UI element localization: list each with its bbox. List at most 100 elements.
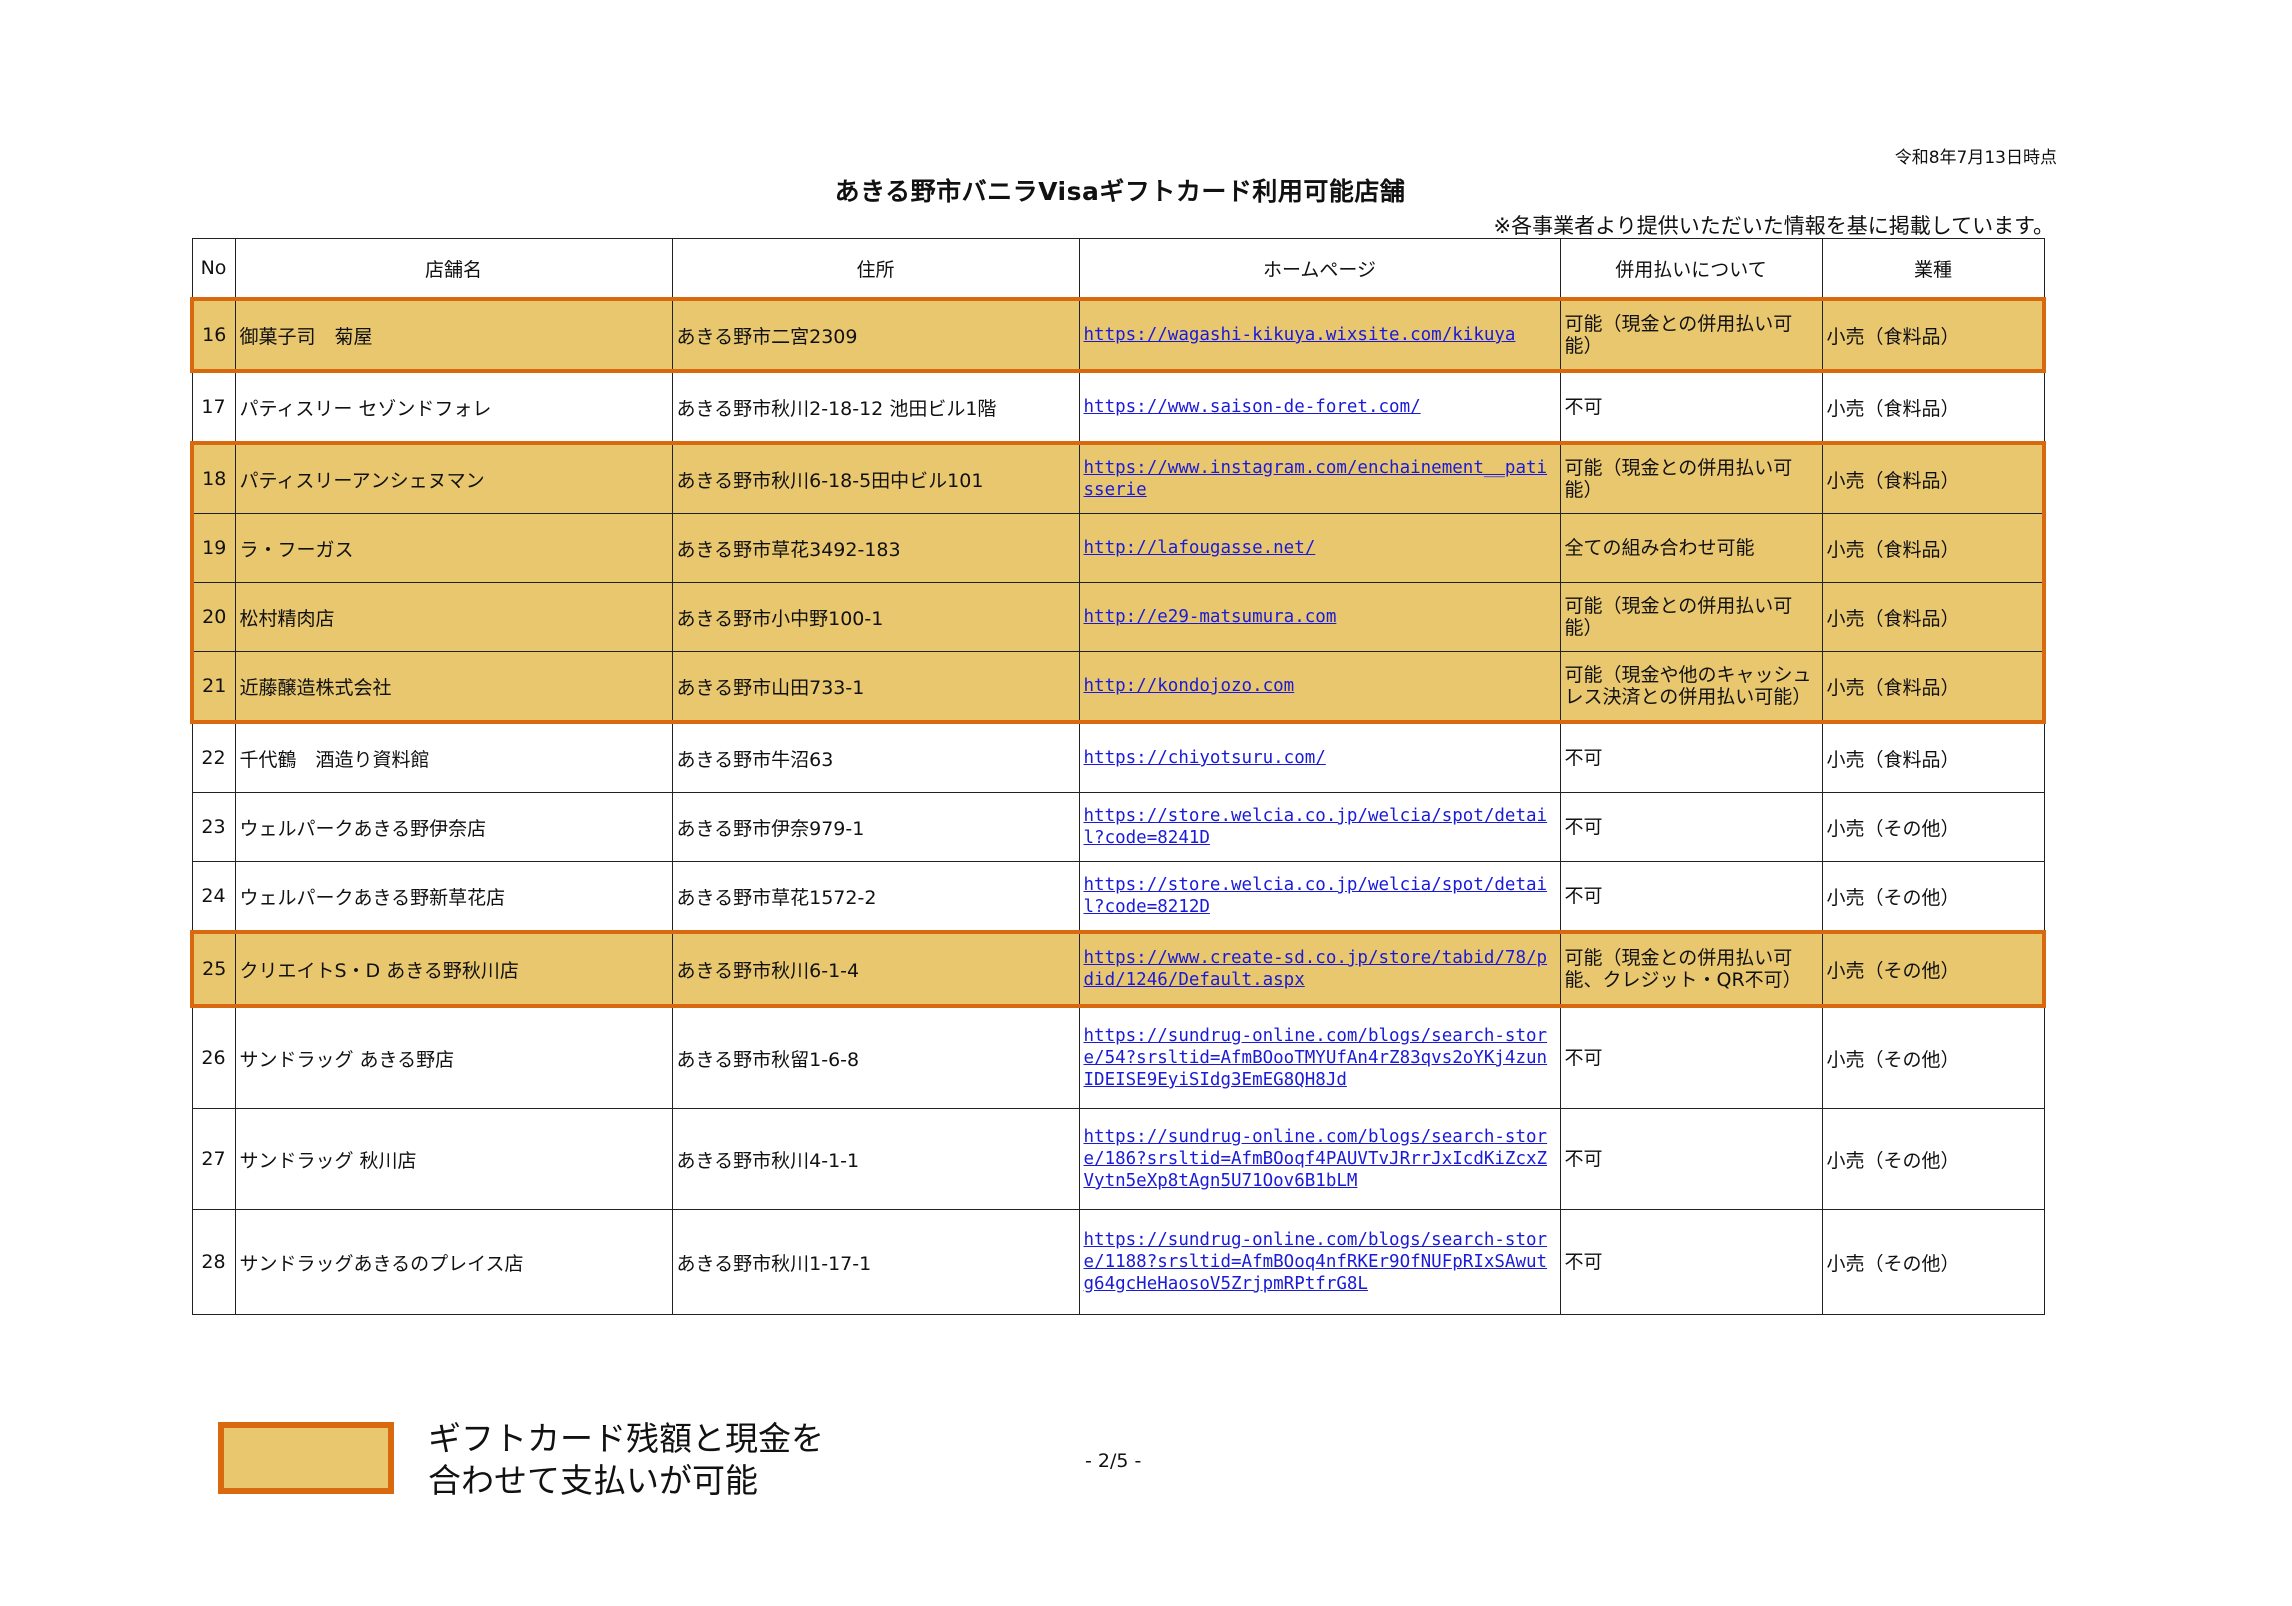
store-category: 小売（その他） bbox=[1821, 1108, 2045, 1210]
as-of-date: 令和8年7月13日時点 bbox=[1894, 148, 2057, 168]
row-no: 17 bbox=[191, 370, 236, 444]
table-row: 25 クリエイトS・D あきる野秋川店 あきる野市秋川6-1-4 https:/… bbox=[190, 930, 2046, 1008]
payment-info: 不可 bbox=[1559, 861, 1823, 933]
store-homepage-link[interactable]: https://chiyotsuru.com/ bbox=[1084, 748, 1326, 768]
store-address: あきる野市山田733-1 bbox=[671, 651, 1080, 724]
table-row: 17 パティスリー セゾンドフォレ あきる野市秋川2-18-12 池田ビル1階 … bbox=[191, 370, 2045, 444]
table-row: 23 ウェルパークあきる野伊奈店 あきる野市伊奈979-1 https://st… bbox=[191, 792, 2045, 862]
payment-info: 不可 bbox=[1559, 1108, 1823, 1210]
payment-info: 可能（現金との併用払い可能、クレジット・QR不可） bbox=[1559, 930, 1823, 1008]
table-row: 19 ラ・フーガス あきる野市草花3492-183 http://lafouga… bbox=[190, 513, 2046, 583]
store-name: パティスリーアンシェヌマン bbox=[234, 441, 673, 514]
store-address: あきる野市伊奈979-1 bbox=[671, 792, 1080, 862]
store-name: ウェルパークあきる野伊奈店 bbox=[234, 792, 673, 862]
store-address: あきる野市秋川2-18-12 池田ビル1階 bbox=[671, 370, 1080, 444]
row-no: 23 bbox=[191, 792, 236, 862]
row-no: 25 bbox=[190, 930, 236, 1008]
store-homepage-link[interactable]: https://www.create-sd.co.jp/store/tabid/… bbox=[1084, 948, 1548, 990]
store-homepage-link[interactable]: https://sundrug-online.com/blogs/search-… bbox=[1084, 1127, 1548, 1191]
table-header-row: No 店舗名 住所 ホームページ 併用払いについて 業種 bbox=[191, 238, 2045, 300]
store-homepage-link[interactable]: http://lafougasse.net/ bbox=[1084, 538, 1316, 558]
store-category: 小売（食料品） bbox=[1821, 513, 2046, 583]
store-homepage-link[interactable]: http://e29-matsumura.com bbox=[1084, 607, 1337, 627]
store-address: あきる野市秋川4-1-1 bbox=[671, 1108, 1080, 1210]
store-category: 小売（食料品） bbox=[1821, 297, 2046, 373]
store-category: 小売（その他） bbox=[1821, 1005, 2045, 1109]
row-no: 18 bbox=[190, 441, 236, 514]
store-category: 小売（その他） bbox=[1821, 792, 2045, 862]
store-address: あきる野市二宮2309 bbox=[671, 297, 1080, 373]
table-row: 18 パティスリーアンシェヌマン あきる野市秋川6-18-5田中ビル101 ht… bbox=[190, 441, 2046, 514]
header-store-name: 店舗名 bbox=[234, 238, 673, 300]
row-no: 20 bbox=[190, 582, 236, 652]
store-name: 近藤醸造株式会社 bbox=[234, 651, 673, 724]
store-address: あきる野市草花1572-2 bbox=[671, 861, 1080, 933]
payment-info: 可能（現金との併用払い可能） bbox=[1559, 441, 1823, 514]
legend-line-2: 合わせて支払いが可能 bbox=[428, 1461, 758, 1500]
payment-info: 不可 bbox=[1559, 370, 1823, 444]
store-homepage-link[interactable]: https://www.saison-de-foret.com/ bbox=[1084, 397, 1421, 417]
header-address: 住所 bbox=[671, 238, 1080, 300]
payment-info: 不可 bbox=[1559, 721, 1823, 793]
store-name: 千代鶴 酒造り資料館 bbox=[234, 721, 673, 793]
table-row: 27 サンドラッグ 秋川店 あきる野市秋川4-1-1 https://sundr… bbox=[191, 1108, 2045, 1210]
store-category: 小売（食料品） bbox=[1821, 651, 2046, 724]
payment-info: 可能（現金との併用払い可能） bbox=[1559, 297, 1823, 373]
row-no: 27 bbox=[191, 1108, 236, 1210]
store-category: 小売（食料品） bbox=[1821, 582, 2046, 652]
table-row: 22 千代鶴 酒造り資料館 あきる野市牛沼63 https://chiyotsu… bbox=[191, 721, 2045, 793]
payment-info: 不可 bbox=[1559, 1209, 1823, 1315]
row-no: 19 bbox=[190, 513, 236, 583]
store-name: ウェルパークあきる野新草花店 bbox=[234, 861, 673, 933]
header-category: 業種 bbox=[1821, 238, 2045, 300]
store-homepage-link[interactable]: http://kondojozo.com bbox=[1084, 676, 1295, 696]
store-address: あきる野市牛沼63 bbox=[671, 721, 1080, 793]
store-name: 御菓子司 菊屋 bbox=[234, 297, 673, 373]
store-name: 松村精肉店 bbox=[234, 582, 673, 652]
store-name: クリエイトS・D あきる野秋川店 bbox=[234, 930, 673, 1008]
header-homepage: ホームページ bbox=[1078, 238, 1561, 300]
store-homepage-link[interactable]: https://store.welcia.co.jp/welcia/spot/d… bbox=[1084, 806, 1548, 848]
page-title: あきる野市バニラVisaギフトカード利用可能店舗 bbox=[834, 177, 1406, 206]
store-name: ラ・フーガス bbox=[234, 513, 673, 583]
store-address: あきる野市秋川6-18-5田中ビル101 bbox=[671, 441, 1080, 514]
row-no: 28 bbox=[191, 1209, 236, 1315]
payment-info: 不可 bbox=[1559, 1005, 1823, 1109]
table-row: 20 松村精肉店 あきる野市小中野100-1 http://e29-matsum… bbox=[190, 582, 2046, 652]
table-row: 21 近藤醸造株式会社 あきる野市山田733-1 http://kondojoz… bbox=[190, 651, 2046, 724]
source-note: ※各事業者より提供いただいた情報を基に掲載しています。 bbox=[1493, 214, 2054, 238]
store-table: No 店舗名 住所 ホームページ 併用払いについて 業種 16 御菓子司 菊屋 … bbox=[190, 238, 2046, 1315]
store-address: あきる野市草花3492-183 bbox=[671, 513, 1080, 583]
payment-info: 可能（現金や他のキャッシュレス決済との併用払い可能） bbox=[1559, 651, 1823, 724]
store-name: サンドラッグ あきる野店 bbox=[234, 1005, 673, 1109]
store-address: あきる野市小中野100-1 bbox=[671, 582, 1080, 652]
payment-info: 可能（現金との併用払い可能） bbox=[1559, 582, 1823, 652]
store-address: あきる野市秋川6-1-4 bbox=[671, 930, 1080, 1008]
legend-swatch bbox=[218, 1422, 394, 1494]
store-address: あきる野市秋留1-6-8 bbox=[671, 1005, 1080, 1109]
payment-info: 不可 bbox=[1559, 792, 1823, 862]
table-row: 24 ウェルパークあきる野新草花店 あきる野市草花1572-2 https://… bbox=[191, 861, 2045, 933]
table-row: 28 サンドラッグあきるのプレイス店 あきる野市秋川1-17-1 https:/… bbox=[191, 1209, 2045, 1315]
store-name: サンドラッグあきるのプレイス店 bbox=[234, 1209, 673, 1315]
store-address: あきる野市秋川1-17-1 bbox=[671, 1209, 1080, 1315]
store-name: パティスリー セゾンドフォレ bbox=[234, 370, 673, 444]
row-no: 22 bbox=[191, 721, 236, 793]
row-no: 16 bbox=[190, 297, 236, 373]
store-homepage-link[interactable]: https://www.instagram.com/enchainement__… bbox=[1084, 458, 1548, 500]
store-category: 小売（食料品） bbox=[1821, 441, 2046, 514]
row-no: 26 bbox=[191, 1005, 236, 1109]
store-category: 小売（その他） bbox=[1821, 1209, 2045, 1315]
row-no: 24 bbox=[191, 861, 236, 933]
store-name: サンドラッグ 秋川店 bbox=[234, 1108, 673, 1210]
store-homepage-link[interactable]: https://store.welcia.co.jp/welcia/spot/d… bbox=[1084, 875, 1548, 917]
legend-line-1: ギフトカード残額と現金を bbox=[428, 1419, 824, 1458]
store-category: 小売（食料品） bbox=[1821, 721, 2045, 793]
store-category: 小売（その他） bbox=[1821, 861, 2045, 933]
header-payment: 併用払いについて bbox=[1559, 238, 1823, 300]
table-row: 26 サンドラッグ あきる野店 あきる野市秋留1-6-8 https://sun… bbox=[191, 1005, 2045, 1109]
store-homepage-link[interactable]: https://sundrug-online.com/blogs/search-… bbox=[1084, 1230, 1548, 1294]
store-homepage-link[interactable]: https://sundrug-online.com/blogs/search-… bbox=[1084, 1026, 1548, 1090]
store-homepage-link[interactable]: https://wagashi-kikuya.wixsite.com/kikuy… bbox=[1084, 325, 1516, 345]
row-no: 21 bbox=[190, 651, 236, 724]
